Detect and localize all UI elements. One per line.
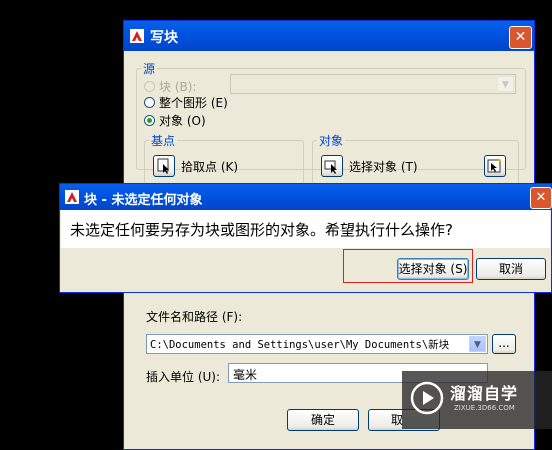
base-point-group-title: 基点 [149, 132, 178, 149]
radio-entire-drawing[interactable] [144, 97, 155, 108]
pick-point-button[interactable] [153, 155, 175, 177]
no-objects-selected-dialog: 块 - 未选定任何对象 ✕ 未选定任何要另存为块或图形的对象。希望执行什么操作?… [59, 183, 552, 293]
modal-title-bar[interactable]: 块 - 未选定任何对象 ✕ [60, 184, 552, 210]
file-path-label: 文件名和路径 (F): [146, 310, 243, 324]
browse-button[interactable]: ... [492, 334, 516, 354]
block-name-dropdown[interactable]: ▼ [230, 74, 516, 94]
select-objects-icon [324, 160, 337, 174]
ok-button[interactable]: 确定 [287, 409, 359, 431]
quick-select-icon [487, 158, 501, 173]
radio-objects[interactable] [144, 115, 155, 126]
message-area: 未选定任何要另存为块或图形的对象。希望执行什么操作? [61, 210, 550, 248]
play-logo-icon [410, 381, 444, 415]
radio-block[interactable] [144, 81, 155, 92]
chevron-down-icon: ▼ [497, 76, 514, 92]
objects-group-title: 对象 [317, 132, 346, 149]
source-group-title: 源 [141, 60, 158, 77]
pick-point-label: 拾取点 (K) [181, 160, 239, 174]
cancel-button[interactable]: 取消 [476, 258, 546, 280]
title-bar[interactable]: 写块 ✕ [124, 21, 534, 51]
watermark-brand: 溜溜自学 [450, 384, 519, 403]
modal-title: 块 - 未选定任何对象 [84, 193, 203, 208]
file-path-value: C:\Documents and Settings\user\My Docume… [150, 339, 450, 351]
select-objects-label: 选择对象 (T) [349, 160, 418, 174]
insert-units-value: 毫米 [233, 368, 258, 382]
autocad-app-icon [130, 29, 144, 43]
chevron-down-icon[interactable]: ▼ [469, 336, 486, 352]
file-path-combobox[interactable]: C:\Documents and Settings\user\My Docume… [146, 334, 488, 354]
dialog-title: 写块 [150, 30, 178, 46]
watermark: 溜溜自学 ZIXUE.3D66.COM [402, 371, 552, 429]
insert-units-label: 插入单位 (U): [146, 370, 221, 384]
radio-entire-drawing-label: 整个图形 (E) [159, 96, 228, 110]
pick-point-icon [157, 158, 169, 174]
select-objects-button[interactable] [321, 155, 343, 177]
quick-select-button[interactable] [484, 155, 506, 177]
select-objects-button[interactable]: 选择对象 (S) [397, 258, 469, 280]
radio-objects-label: 对象 (O) [159, 114, 206, 128]
radio-block-label: 块 (B): [159, 80, 197, 94]
autocad-app-icon [65, 190, 79, 204]
watermark-url: ZIXUE.3D66.COM [454, 404, 515, 412]
message-text: 未选定任何要另存为块或图形的对象。希望执行什么操作? [70, 221, 453, 239]
close-button[interactable]: ✕ [509, 26, 532, 49]
close-button[interactable]: ✕ [530, 187, 552, 209]
